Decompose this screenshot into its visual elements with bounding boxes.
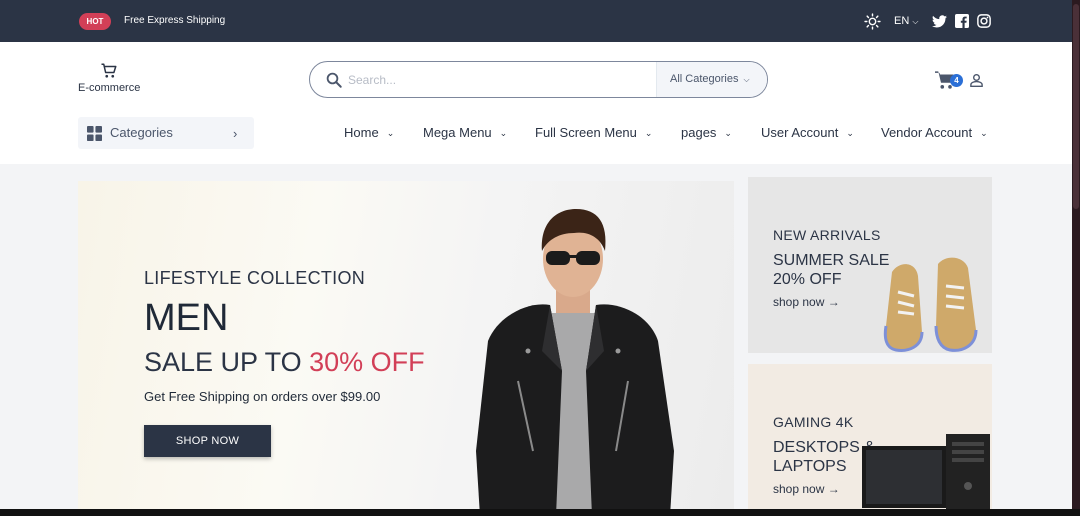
hero-banner: LIFESTYLE COLLECTION MEN SALE UP TO 30% …	[78, 181, 734, 516]
user-icon[interactable]	[969, 72, 984, 88]
chevron-down-icon: ⌵	[912, 17, 919, 26]
hot-badge: HOT	[79, 13, 111, 30]
hero-subtitle: LIFESTYLE COLLECTION	[144, 268, 366, 288]
scrollbar[interactable]	[1072, 0, 1080, 516]
shop-now-link[interactable]: shop now →	[773, 482, 840, 496]
hero-shipping-text: Get Free Shipping on orders over $99.00	[144, 389, 381, 404]
chevron-right-icon: ›	[233, 126, 238, 141]
search-bar: All Categories ⌵	[309, 61, 768, 98]
shop-now-link[interactable]: shop now →	[773, 295, 840, 309]
nav-home[interactable]: Home ⌄	[344, 125, 394, 140]
language-selector[interactable]: EN ⌵	[894, 15, 918, 27]
nav-label: User Account	[761, 125, 839, 140]
sale-accent: 30% OFF	[309, 347, 425, 377]
search-input[interactable]	[348, 63, 648, 96]
nav-label: Full Screen Menu	[535, 125, 637, 140]
promo-text: Free Express Shipping	[124, 15, 226, 26]
instagram-icon[interactable]	[977, 14, 991, 28]
desktop-computer-image	[862, 434, 990, 516]
twitter-icon[interactable]	[932, 15, 947, 28]
categories-label: Categories	[110, 125, 173, 140]
categories-button[interactable]: Categories ›	[78, 117, 254, 149]
banner-new-arrivals[interactable]: NEW ARRIVALS SUMMER SALE 20% OFF shop no…	[748, 177, 992, 353]
nav-label: pages	[681, 125, 717, 140]
chevron-down-icon: ⌄	[724, 128, 732, 138]
language-label: EN	[894, 15, 910, 27]
logo-text[interactable]: E-commerce	[78, 82, 140, 94]
chevron-down-icon: ⌄	[386, 128, 395, 138]
chevron-down-icon: ⌄	[846, 128, 854, 138]
chevron-down-icon: ⌄	[644, 128, 653, 138]
banner-eyebrow: GAMING 4K	[773, 414, 854, 430]
model-image	[476, 209, 674, 516]
banner-eyebrow: NEW ARRIVALS	[773, 227, 881, 243]
nav-full-screen-menu[interactable]: Full Screen Menu ⌄	[535, 125, 652, 140]
search-icon	[326, 72, 342, 88]
banner-gaming[interactable]: GAMING 4K DESKTOPS & LAPTOPS shop now →	[748, 364, 992, 516]
nav-pages[interactable]: pages ⌄	[681, 125, 732, 140]
cart-count-badge: 4	[950, 74, 963, 87]
scrollbar-thumb[interactable]	[1073, 4, 1079, 209]
shop-now-button[interactable]: SHOP NOW	[144, 425, 271, 457]
nav-user-account[interactable]: User Account ⌄	[761, 125, 854, 140]
shoes-image	[883, 257, 978, 352]
nav-mega-menu[interactable]: Mega Menu ⌄	[423, 125, 507, 140]
bottom-edge	[0, 509, 1080, 516]
hero-title: MEN	[144, 297, 229, 339]
sale-prefix: SALE UP TO	[144, 347, 310, 377]
nav-label: Mega Menu	[423, 125, 492, 140]
category-dropdown[interactable]: All Categories ⌵	[656, 62, 767, 97]
chevron-down-icon: ⌄	[980, 128, 988, 138]
nav-label: Home	[344, 125, 379, 140]
chevron-down-icon: ⌵	[743, 75, 750, 84]
nav-vendor-account[interactable]: Vendor Account ⌄	[881, 125, 988, 140]
chevron-down-icon: ⌄	[499, 128, 508, 138]
nav-label: Vendor Account	[881, 125, 973, 140]
cart-logo-icon[interactable]	[100, 62, 118, 80]
top-bar: HOT Free Express Shipping EN ⌵	[0, 0, 1072, 42]
grid-icon	[87, 126, 102, 141]
sun-icon[interactable]	[864, 13, 881, 30]
facebook-icon[interactable]	[955, 14, 969, 28]
category-dropdown-label: All Categories	[670, 73, 739, 85]
hero-sale-text: SALE UP TO 30% OFF	[144, 347, 425, 378]
